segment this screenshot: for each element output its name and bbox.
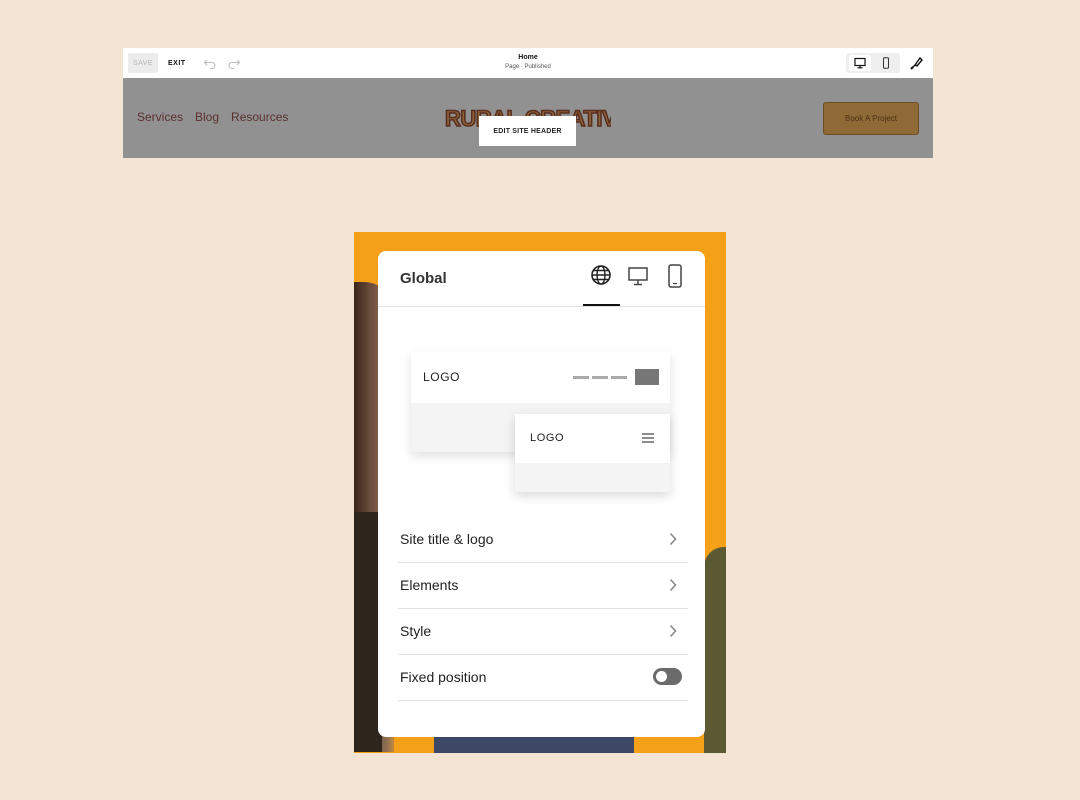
row-label: Style: [400, 623, 432, 639]
page-status: Page · Published: [505, 64, 551, 70]
site-title-logo-row[interactable]: Site title & logo: [398, 516, 688, 563]
mobile-icon: [883, 57, 889, 69]
mobile-preview-header: LOGO: [515, 414, 670, 463]
edit-site-header-button[interactable]: EDIT SITE HEADER: [479, 116, 576, 146]
fixed-position-toggle[interactable]: [653, 668, 682, 685]
panel-divider: [378, 306, 705, 307]
nav-link-services[interactable]: Services: [137, 110, 183, 124]
background-photo-clothing: [434, 737, 634, 753]
globe-icon[interactable]: [590, 264, 612, 286]
nav-placeholder: [611, 376, 627, 379]
nav-link-resources[interactable]: Resources: [231, 110, 288, 124]
style-row[interactable]: Style: [398, 608, 688, 655]
chevron-right-icon: [669, 578, 677, 592]
nav-link-blog[interactable]: Blog: [195, 110, 219, 124]
nav-placeholder: [592, 376, 608, 379]
row-label: Fixed position: [400, 669, 487, 685]
nav-placeholder: [573, 376, 589, 379]
desktop-icon: [854, 57, 866, 69]
panel-title: Global: [400, 270, 447, 287]
desktop-preview-logo: LOGO: [423, 370, 461, 384]
mobile-layout-preview: LOGO: [515, 414, 670, 492]
desktop-preview-header: LOGO: [411, 352, 670, 403]
page-title: Home: [518, 54, 538, 61]
chevron-right-icon: [669, 532, 677, 546]
mobile-preview-logo: LOGO: [530, 432, 565, 444]
desktop-view-button[interactable]: [849, 55, 871, 71]
editor-toolbar: SAVE EXIT Home Page · Published: [123, 48, 933, 78]
fixed-position-row: Fixed position: [398, 654, 688, 701]
background-photo-cactus: [704, 547, 726, 753]
mobile-icon[interactable]: [668, 264, 682, 288]
row-label: Elements: [400, 577, 459, 593]
site-nav: Services Blog Resources: [137, 110, 288, 124]
header-settings-panel: Global LOGO LOGO Site title & logo Eleme…: [378, 251, 705, 737]
button-placeholder: [635, 369, 659, 385]
site-styles-brush-icon[interactable]: [909, 55, 925, 71]
device-toggle: [846, 53, 900, 73]
desktop-icon[interactable]: [627, 265, 649, 287]
mobile-view-button[interactable]: [875, 55, 897, 71]
hamburger-menu-icon: [642, 433, 654, 443]
elements-row[interactable]: Elements: [398, 562, 688, 609]
toggle-knob: [656, 671, 667, 682]
row-label: Site title & logo: [400, 531, 494, 547]
chevron-right-icon: [669, 624, 677, 638]
site-header-preview[interactable]: Services Blog Resources RURAL CREATIVE C…: [123, 78, 933, 158]
book-project-button[interactable]: Book A Project: [823, 102, 919, 135]
